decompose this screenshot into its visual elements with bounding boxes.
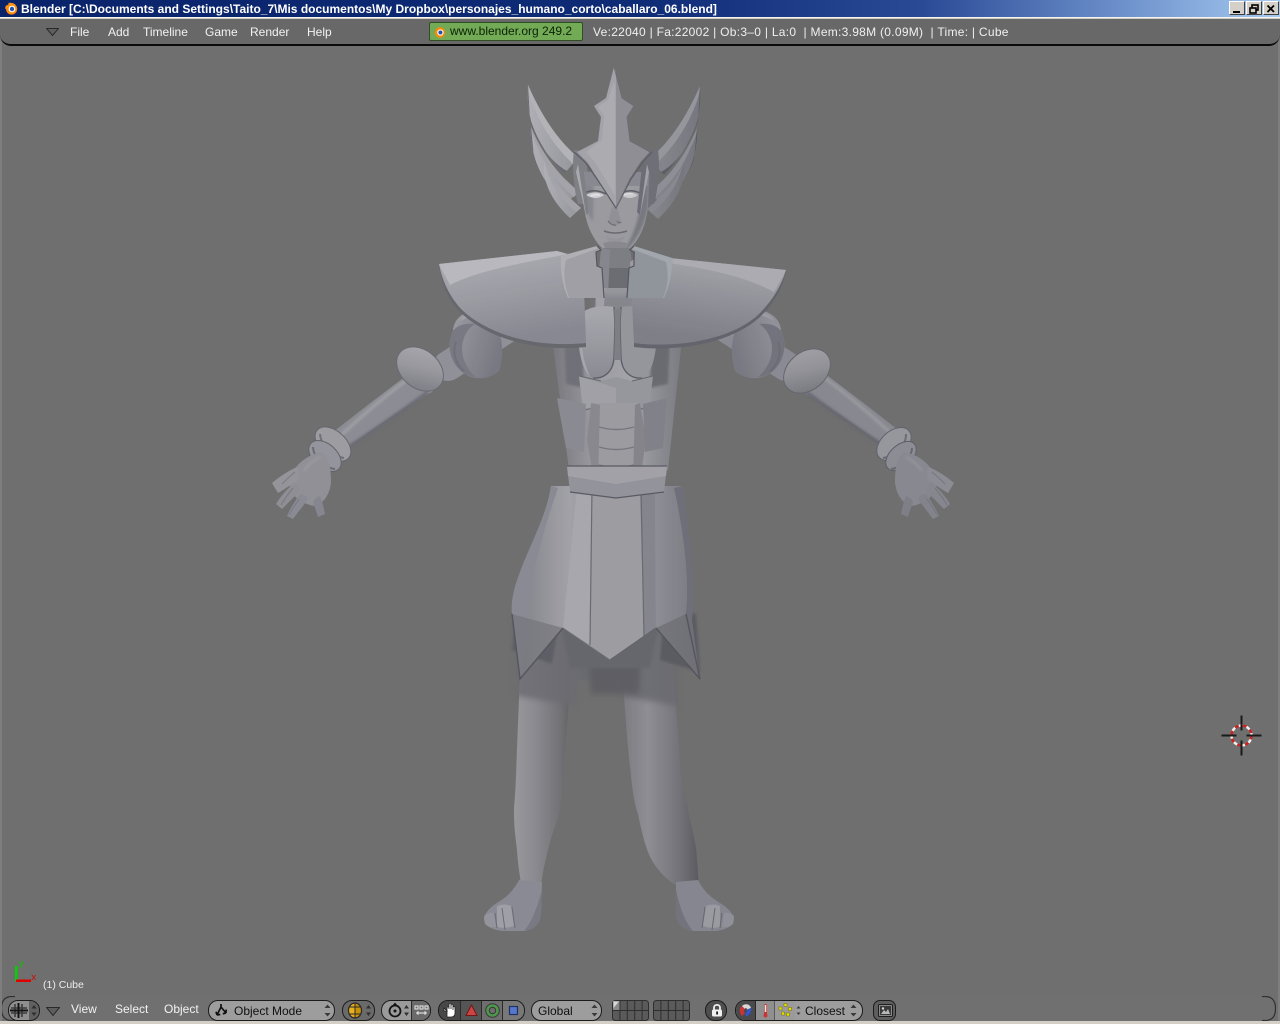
svg-text:x: x [31, 973, 36, 983]
svg-text:y: y [19, 959, 25, 969]
